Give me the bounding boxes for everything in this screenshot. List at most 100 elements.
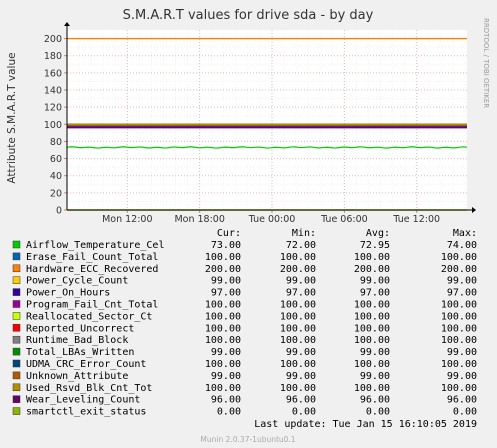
legend-swatch <box>12 383 21 392</box>
legend-swatch <box>12 395 21 403</box>
legend-value: 96.00 <box>447 395 477 406</box>
legend-value: 100.00 <box>280 252 316 263</box>
legend-label: Wear_Leveling_Count <box>26 395 140 406</box>
legend-value: 99.00 <box>286 276 316 287</box>
y-tick-label: 20 <box>50 188 62 199</box>
legend-value: 99.00 <box>211 371 241 382</box>
legend-value: 100.00 <box>205 383 241 394</box>
legend-value: 100.00 <box>205 300 241 311</box>
legend-value: 100.00 <box>205 335 241 346</box>
legend-value: 200.00 <box>441 264 477 275</box>
legend-value: 99.00 <box>360 347 390 358</box>
legend-value: 0.00 <box>292 407 316 418</box>
legend-value: 200.00 <box>280 264 316 275</box>
legend-value: 100.00 <box>441 252 477 263</box>
legend-value: 100.00 <box>280 359 316 370</box>
smart-chart: S.M.A.R.T values for drive sda - by day … <box>0 0 497 448</box>
legend-value: 100.00 <box>354 323 390 334</box>
legend-value: 100.00 <box>280 300 316 311</box>
legend-label: Used_Rsvd_Blk_Cnt_Tot <box>26 383 152 394</box>
x-tick-label: Tue 06:00 <box>320 214 368 225</box>
legend-value: 74.00 <box>447 240 477 251</box>
legend-swatch <box>12 276 21 284</box>
x-tick-label: Tue 00:00 <box>248 214 296 225</box>
legend-value: 100.00 <box>354 335 390 346</box>
legend-value: 100.00 <box>354 311 390 322</box>
y-tick-label: 180 <box>44 51 62 62</box>
legend-swatch <box>12 359 21 368</box>
x-tick-label: Tue 12:00 <box>392 214 440 225</box>
rrdtool-credit: RRDTOOL / TOBI OETIKER <box>482 18 490 108</box>
x-tick-label: Mon 18:00 <box>174 214 224 225</box>
legend-value: 97.00 <box>447 288 477 299</box>
legend-label: Unknown_Attribute <box>26 371 128 382</box>
legend-value: 99.00 <box>360 371 390 382</box>
legend-swatch <box>12 312 21 320</box>
legend-value: 100.00 <box>441 335 477 346</box>
y-tick-label: 60 <box>50 154 62 165</box>
y-tick-label: 80 <box>50 137 62 148</box>
y-tick-label: 0 <box>56 206 62 217</box>
legend-label: Program_Fail_Cnt_Total <box>26 300 158 311</box>
legend-value: 100.00 <box>354 359 390 370</box>
legend-value: 99.00 <box>360 276 390 287</box>
legend-value: 200.00 <box>354 264 390 275</box>
legend-value: 97.00 <box>360 288 390 299</box>
y-tick-label: 100 <box>44 120 62 131</box>
legend-header: Cur: <box>217 228 241 239</box>
legend-label: smartctl_exit_status <box>26 407 146 418</box>
legend-value: 99.00 <box>447 276 477 287</box>
legend-header: Avg: <box>366 228 390 239</box>
legend-value: 99.00 <box>286 347 316 358</box>
legend-value: 99.00 <box>447 347 477 358</box>
legend-value: 100.00 <box>205 359 241 370</box>
legend-swatch <box>12 335 21 344</box>
legend-label: Airflow_Temperature_Cel <box>26 240 164 251</box>
legend-swatch <box>12 288 21 296</box>
legend-value: 100.00 <box>354 252 390 263</box>
legend-label: Erase_Fail_Count_Total <box>26 252 158 263</box>
legend-label: Reallocated_Sector_Ct <box>26 311 152 322</box>
legend-label: Total_LBAs_Written <box>26 347 134 358</box>
y-axis-label: Attribute S.M.A.R.T value <box>6 52 18 183</box>
legend-value: 100.00 <box>280 335 316 346</box>
legend-value: 73.00 <box>211 240 241 251</box>
legend-value: 100.00 <box>205 252 241 263</box>
legend-value: 100.00 <box>280 311 316 322</box>
legend-value: 72.95 <box>360 240 390 251</box>
legend-value: 0.00 <box>366 407 390 418</box>
legend-value: 100.00 <box>205 311 241 322</box>
legend-value: 0.00 <box>453 407 477 418</box>
legend-value: 96.00 <box>286 395 316 406</box>
legend-value: 100.00 <box>205 323 241 334</box>
legend-swatch <box>12 300 21 308</box>
legend-swatch <box>12 324 21 332</box>
y-tick-label: 40 <box>50 171 62 182</box>
legend-label: Power_On_Hours <box>26 288 110 299</box>
legend-header: Max: <box>453 228 477 239</box>
legend-value: 100.00 <box>441 311 477 322</box>
legend-value: 97.00 <box>286 288 316 299</box>
legend-value: 100.00 <box>441 300 477 311</box>
legend-swatch <box>12 407 21 415</box>
legend-value: 100.00 <box>280 383 316 394</box>
y-tick-label: 120 <box>44 103 62 114</box>
legend-label: Reported_Uncorrect <box>26 323 134 334</box>
legend-value: 96.00 <box>360 395 390 406</box>
legend-value: 100.00 <box>354 383 390 394</box>
legend-header: Min: <box>292 228 316 239</box>
legend-value: 99.00 <box>286 371 316 382</box>
legend-value: 0.00 <box>217 407 241 418</box>
legend-swatch <box>12 264 21 273</box>
legend-value: 100.00 <box>441 323 477 334</box>
legend-value: 97.00 <box>211 288 241 299</box>
legend-value: 100.00 <box>441 383 477 394</box>
last-update: Last update: Tue Jan 15 16:10:05 2019 <box>254 419 477 430</box>
x-tick-label: Mon 12:00 <box>102 214 152 225</box>
legend-value: 72.00 <box>286 240 316 251</box>
legend-value: 99.00 <box>211 276 241 287</box>
legend-label: Runtime_Bad_Block <box>26 335 128 346</box>
legend-value: 100.00 <box>441 359 477 370</box>
legend-value: 96.00 <box>211 395 241 406</box>
legend-swatch <box>12 252 21 261</box>
